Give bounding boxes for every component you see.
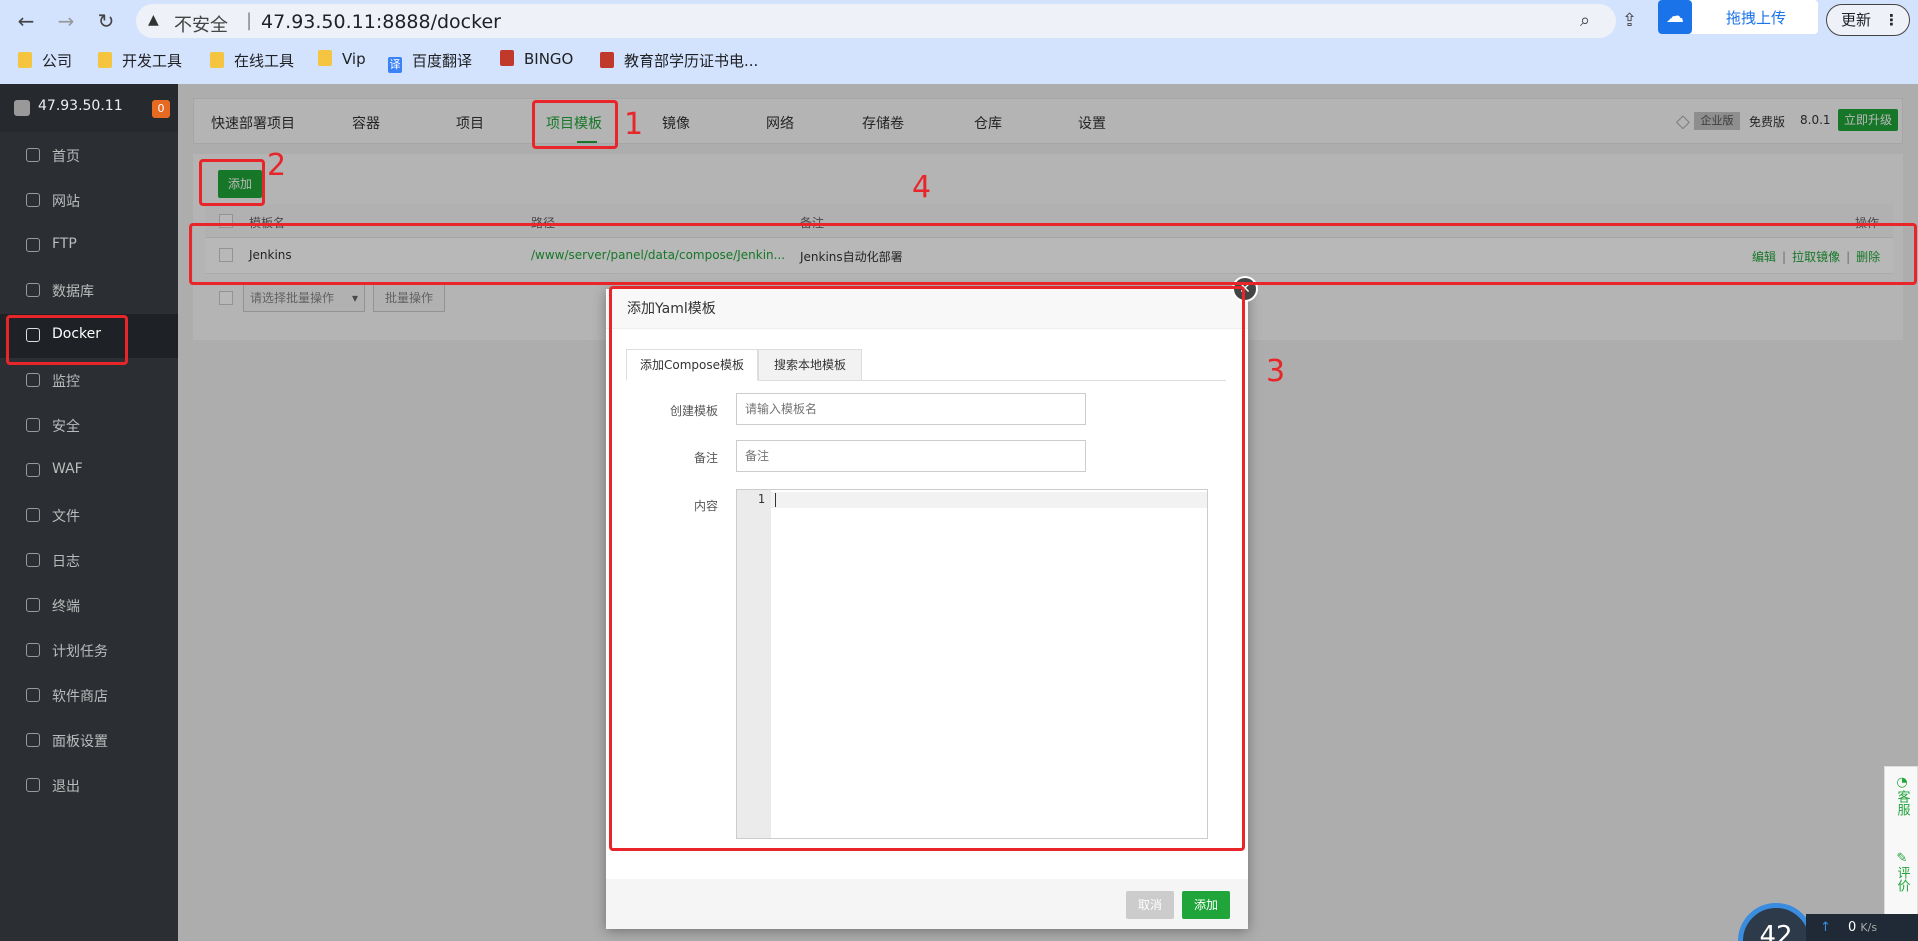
home-icon [26, 148, 40, 162]
sidebar-item-website[interactable]: 网站 [0, 179, 178, 223]
sidebar-item-panel-settings[interactable]: 面板设置 [0, 719, 178, 763]
annotation-number-2: 2 [267, 148, 287, 183]
folder-icon [98, 52, 112, 68]
annotation-number-4: 4 [912, 170, 932, 205]
update-button[interactable]: 更新 ⋮ [1826, 4, 1910, 36]
folder-icon [210, 52, 224, 68]
waf-icon [26, 463, 40, 477]
grid-icon [26, 688, 40, 702]
sidebar-item-ftp[interactable]: FTP [0, 224, 178, 268]
annotation-box-docker [6, 315, 128, 365]
cancel-button[interactable]: 取消 [1126, 891, 1174, 919]
sidebar-item-monitor[interactable]: 监控 [0, 359, 178, 403]
database-icon [26, 283, 40, 297]
rate-button[interactable]: ✎ 评价 [1885, 851, 1918, 896]
bookmark-baidu-translate[interactable]: 译百度翻译 [388, 50, 472, 73]
logout-icon [26, 778, 40, 792]
url-separator: | [246, 10, 253, 31]
reload-icon[interactable]: ↻ [92, 7, 120, 35]
annotation-number-3: 3 [1266, 354, 1286, 389]
annotation-box-table [189, 223, 1917, 285]
floating-sidebar: ◔ 客服 ✎ 评价 [1884, 766, 1918, 916]
folder-icon [26, 508, 40, 522]
sidebar-item-logs[interactable]: 日志 [0, 539, 178, 583]
message-badge[interactable]: 0 [152, 100, 170, 118]
annotation-box-tab [532, 100, 618, 149]
annotation-number-1: 1 [624, 107, 644, 142]
bookmark-vip[interactable]: Vip [318, 50, 366, 68]
headset-icon: ◔ [1896, 775, 1908, 790]
insecure-label: 不安全 [174, 15, 228, 36]
update-label: 更新 [1841, 11, 1872, 29]
modal-footer: 取消 添加 [606, 879, 1248, 929]
annotation-box-add [199, 159, 265, 206]
bookmark-bingo[interactable]: BINGO [500, 50, 573, 68]
more-icon: ⋮ [1884, 11, 1899, 29]
server-icon [14, 100, 30, 116]
log-icon [26, 553, 40, 567]
share-icon[interactable]: ⇪ [1622, 10, 1637, 31]
shield-icon [26, 418, 40, 432]
upload-arrow-icon: ↑ [1820, 920, 1831, 935]
bookmark-dev-tools[interactable]: 开发工具 [98, 50, 182, 71]
education-icon [600, 52, 614, 68]
upload-extension-label: 拖拽上传 [1726, 9, 1787, 27]
browser-nav-row: ← → ↻ ▲ 不安全 | 47.93.50.11:8888/docker ⌕ … [0, 0, 1918, 42]
translate-icon: 译 [388, 57, 402, 73]
address-bar[interactable]: ▲ 不安全 | 47.93.50.11:8888/docker ⌕ [136, 4, 1616, 38]
edit-icon: ✎ [1896, 851, 1908, 866]
server-ip: 47.93.50.11 [38, 98, 123, 114]
monitor-icon [26, 373, 40, 387]
sidebar-item-database[interactable]: 数据库 [0, 269, 178, 313]
bingo-icon [500, 50, 514, 66]
terminal-icon [26, 598, 40, 612]
calendar-icon [26, 643, 40, 657]
forward-icon[interactable]: → [52, 7, 80, 35]
back-icon[interactable]: ← [12, 7, 40, 35]
globe-icon [26, 193, 40, 207]
bookmark-online-tools[interactable]: 在线工具 [210, 50, 294, 71]
zoom-icon[interactable]: ⌕ [1580, 10, 1590, 31]
folder-icon [318, 50, 332, 66]
network-speed: ↑ 0 K/s [1806, 914, 1918, 941]
folder-icon [18, 52, 32, 68]
cloud-icon: ☁ [1658, 0, 1692, 34]
upload-extension[interactable]: ☁ 拖拽上传 [1658, 0, 1818, 34]
submit-add-button[interactable]: 添加 [1182, 891, 1230, 919]
bookmark-company[interactable]: 公司 [18, 50, 72, 71]
sidebar-item-app-store[interactable]: 软件商店 [0, 674, 178, 718]
bookmarks-bar: 公司 开发工具 在线工具 Vip 译百度翻译 BINGO 教育部学历证书电... [0, 46, 1918, 76]
gear-icon [26, 733, 40, 747]
annotation-box-modal [609, 286, 1245, 851]
browser-chrome: ← → ↻ ▲ 不安全 | 47.93.50.11:8888/docker ⌕ … [0, 0, 1918, 84]
bookmark-education[interactable]: 教育部学历证书电... [600, 50, 758, 71]
sidebar-item-cron[interactable]: 计划任务 [0, 629, 178, 673]
customer-service-button[interactable]: ◔ 客服 [1885, 775, 1918, 820]
sidebar-header: 47.93.50.11 0 [0, 84, 178, 132]
sidebar: 47.93.50.11 0 首页 网站 FTP 数据库 Docker 监控 安全… [0, 84, 178, 941]
sidebar-item-logout[interactable]: 退出 [0, 764, 178, 808]
sidebar-item-waf[interactable]: WAF [0, 449, 178, 493]
sidebar-item-home[interactable]: 首页 [0, 134, 178, 178]
warning-icon: ▲ [148, 12, 159, 28]
sidebar-item-terminal[interactable]: 终端 [0, 584, 178, 628]
ftp-icon [26, 238, 40, 252]
sidebar-item-files[interactable]: 文件 [0, 494, 178, 538]
sidebar-item-security[interactable]: 安全 [0, 404, 178, 448]
url-text: 47.93.50.11:8888/docker [261, 11, 501, 33]
